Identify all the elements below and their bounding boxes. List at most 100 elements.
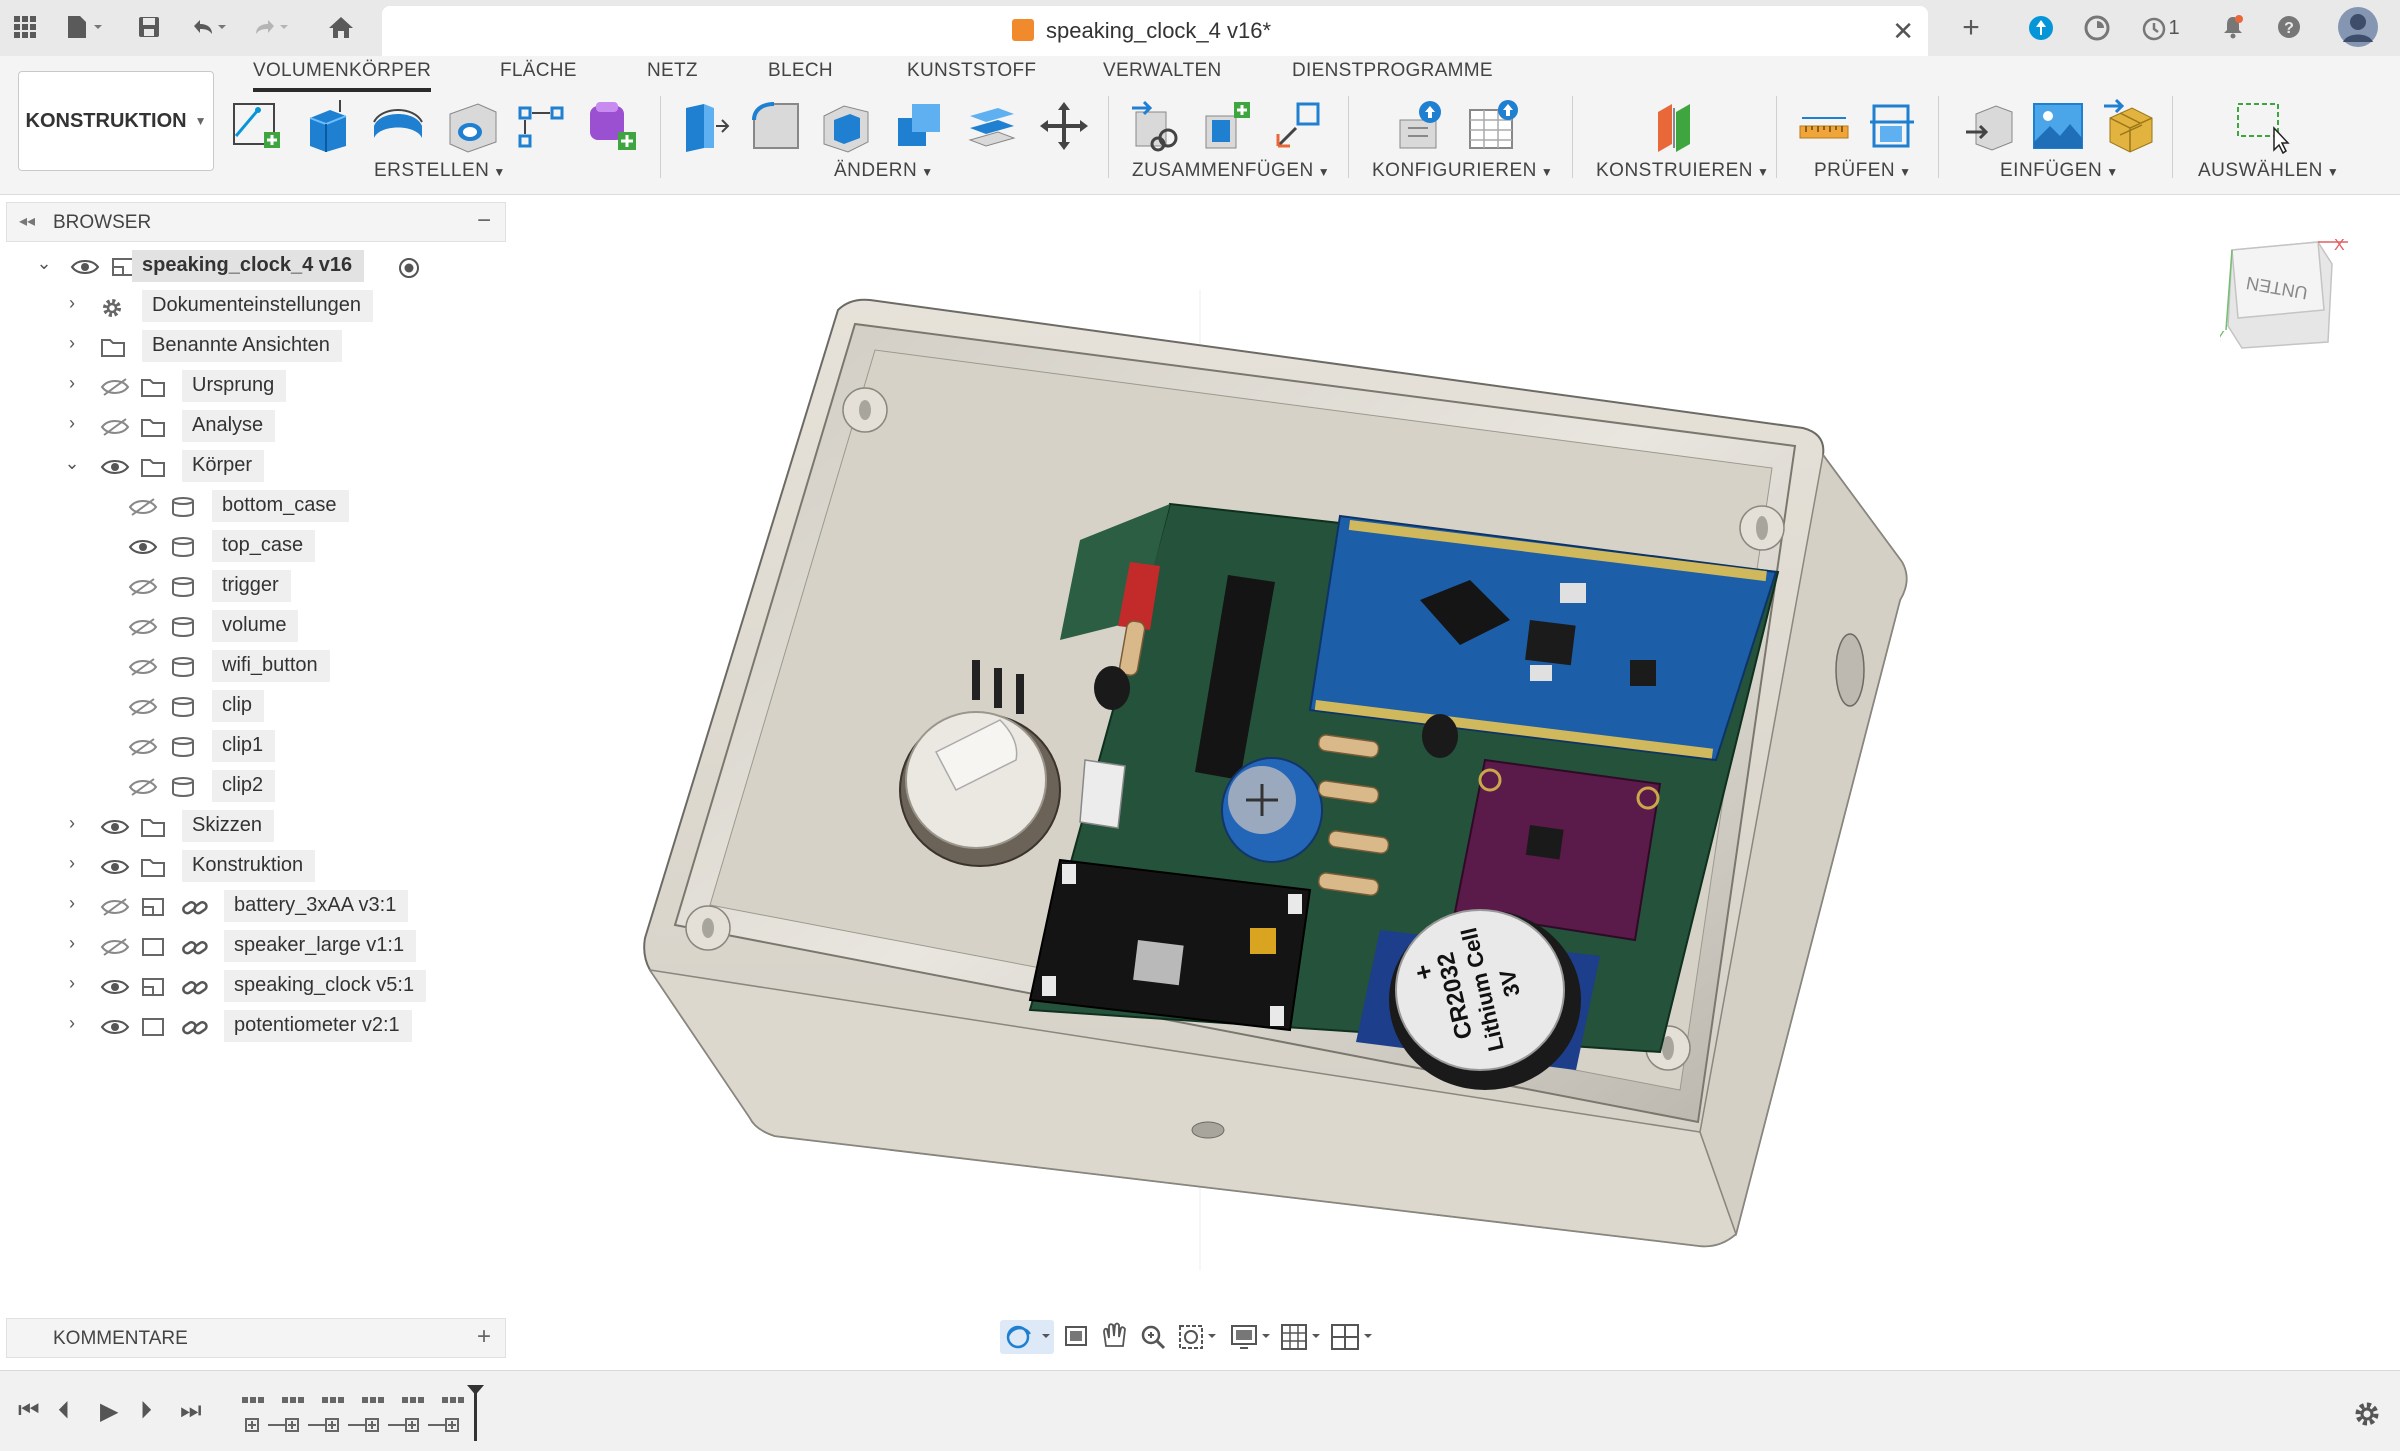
hidden-eye-icon[interactable] bbox=[100, 377, 130, 397]
visibility-eye-icon[interactable] bbox=[100, 977, 130, 997]
group-auswaehlen[interactable]: AUSWÄHLEN ▼ bbox=[2198, 160, 2339, 182]
visibility-eye-icon[interactable] bbox=[100, 857, 130, 877]
insert-canvas-icon[interactable] bbox=[2030, 98, 2086, 154]
viewports-icon[interactable] bbox=[1331, 1324, 1372, 1350]
fit-icon[interactable] bbox=[1179, 1325, 1216, 1349]
undo-icon[interactable] bbox=[188, 14, 226, 45]
combine-icon[interactable] bbox=[892, 98, 948, 154]
workspace-switcher[interactable]: KONSTRUKTION ▼ bbox=[18, 71, 214, 171]
hidden-eye-icon[interactable] bbox=[128, 617, 158, 637]
visibility-eye-icon[interactable] bbox=[100, 817, 130, 837]
extensions-icon[interactable] bbox=[2026, 14, 2056, 47]
group-erstellen[interactable]: ERSTELLEN ▼ bbox=[374, 160, 506, 182]
model-viewport[interactable]: CR2032 Lithium Cell 3V + bbox=[520, 200, 2380, 1300]
visibility-eye-icon[interactable] bbox=[70, 257, 100, 277]
measure-icon[interactable] bbox=[1796, 98, 1852, 154]
help-icon[interactable]: ? bbox=[2274, 14, 2304, 45]
split-face-icon[interactable] bbox=[964, 98, 1020, 154]
home-icon[interactable] bbox=[326, 14, 356, 45]
extrude-icon[interactable] bbox=[300, 98, 356, 154]
step-back-icon[interactable]: ⏴ bbox=[58, 1397, 70, 1425]
create-form-icon[interactable] bbox=[584, 98, 640, 154]
user-avatar[interactable] bbox=[2336, 6, 2380, 53]
group-konfigurieren[interactable]: KONFIGURIEREN ▼ bbox=[1372, 160, 1553, 182]
section-analysis-icon[interactable] bbox=[1866, 98, 1922, 154]
chevron-down-icon[interactable]: ⌄ bbox=[34, 253, 54, 274]
app-grid-icon[interactable] bbox=[10, 14, 40, 45]
group-einfuegen[interactable]: EINFÜGEN ▼ bbox=[2000, 160, 2119, 182]
group-zusammenfuegen[interactable]: ZUSAMMENFÜGEN ▼ bbox=[1132, 160, 1330, 182]
configure-table-icon[interactable] bbox=[1466, 98, 1522, 154]
hidden-eye-icon[interactable] bbox=[100, 937, 130, 957]
chevron-right-icon[interactable]: › bbox=[62, 1013, 82, 1034]
file-menu-icon[interactable] bbox=[64, 14, 102, 45]
add-comment-icon[interactable]: + bbox=[477, 1323, 491, 1351]
select-window-icon[interactable] bbox=[2234, 98, 2290, 154]
chevron-right-icon[interactable]: › bbox=[62, 333, 82, 354]
tab-blech[interactable]: BLECH bbox=[768, 60, 833, 82]
history-icon[interactable]: 1 bbox=[2136, 14, 2186, 42]
chevron-right-icon[interactable]: › bbox=[62, 853, 82, 874]
close-tab-icon[interactable]: ✕ bbox=[1892, 16, 1914, 47]
tab-netz[interactable]: NETZ bbox=[647, 60, 698, 82]
timeline-settings-gear-icon[interactable] bbox=[2352, 1399, 2382, 1429]
go-to-end-icon[interactable]: ⏭ bbox=[180, 1397, 202, 1425]
insert-derive-icon[interactable] bbox=[1962, 98, 2018, 154]
chevron-right-icon[interactable]: › bbox=[62, 293, 82, 314]
chevron-right-icon[interactable]: › bbox=[62, 973, 82, 994]
notifications-bell-icon[interactable] bbox=[2218, 14, 2248, 45]
chevron-right-icon[interactable]: › bbox=[62, 373, 82, 394]
hidden-eye-icon[interactable] bbox=[128, 497, 158, 517]
offset-plane-icon[interactable] bbox=[1650, 98, 1706, 154]
tab-kunststoff[interactable]: KUNSTSTOFF bbox=[907, 60, 1036, 82]
group-pruefen[interactable]: PRÜFEN ▼ bbox=[1814, 160, 1912, 182]
tab-flaeche[interactable]: FLÄCHE bbox=[500, 60, 577, 82]
revolve-icon[interactable] bbox=[370, 98, 426, 154]
change-parameters-icon[interactable] bbox=[1394, 98, 1450, 154]
display-settings-icon[interactable] bbox=[1231, 1325, 1270, 1349]
collapse-panel-icon[interactable]: ◂◂ bbox=[19, 211, 35, 231]
hidden-eye-icon[interactable] bbox=[128, 777, 158, 797]
chevron-down-icon[interactable]: ⌄ bbox=[62, 453, 82, 474]
orbit-icon[interactable] bbox=[1000, 1320, 1054, 1354]
hidden-eye-icon[interactable] bbox=[128, 577, 158, 597]
redo-icon[interactable] bbox=[250, 14, 288, 45]
hidden-eye-icon[interactable] bbox=[100, 417, 130, 437]
hidden-eye-icon[interactable] bbox=[128, 657, 158, 677]
activate-radio-icon[interactable] bbox=[398, 257, 420, 279]
insert-mesh-icon[interactable] bbox=[2102, 98, 2158, 154]
chevron-right-icon[interactable]: › bbox=[62, 813, 82, 834]
visibility-eye-icon[interactable] bbox=[100, 1017, 130, 1037]
hidden-eye-icon[interactable] bbox=[128, 737, 158, 757]
chevron-right-icon[interactable]: › bbox=[62, 933, 82, 954]
zoom-icon[interactable] bbox=[1141, 1325, 1166, 1350]
view-cube[interactable]: UNTEN X Y bbox=[2220, 230, 2350, 360]
chevron-right-icon[interactable]: › bbox=[62, 893, 82, 914]
move-icon[interactable] bbox=[1036, 98, 1092, 154]
hole-icon[interactable] bbox=[444, 98, 500, 154]
shell-icon[interactable] bbox=[818, 98, 874, 154]
timeline-features[interactable] bbox=[238, 1385, 488, 1441]
minimize-panel-icon[interactable]: − bbox=[477, 207, 491, 235]
press-pull-icon[interactable] bbox=[674, 98, 730, 154]
play-icon[interactable]: ▶ bbox=[100, 1397, 118, 1426]
pattern-icon[interactable] bbox=[514, 98, 570, 154]
save-icon[interactable] bbox=[134, 14, 164, 45]
joint-icon[interactable] bbox=[1270, 98, 1326, 154]
tab-volumenkoerper[interactable]: VOLUMENKÖRPER bbox=[253, 60, 432, 92]
tab-verwalten[interactable]: VERWALTEN bbox=[1103, 60, 1221, 82]
new-tab-icon[interactable]: + bbox=[1956, 13, 1986, 43]
group-konstruieren[interactable]: KONSTRUIEREN ▼ bbox=[1596, 160, 1769, 182]
grid-settings-icon[interactable] bbox=[1281, 1324, 1320, 1350]
step-forward-icon[interactable]: ⏵ bbox=[140, 1397, 152, 1425]
create-sketch-icon[interactable] bbox=[228, 98, 284, 154]
look-at-icon[interactable] bbox=[1065, 1326, 1087, 1346]
visibility-eye-icon[interactable] bbox=[100, 457, 130, 477]
tab-dienstprogramme[interactable]: DIENSTPROGRAMME bbox=[1292, 60, 1493, 82]
visibility-eye-icon[interactable] bbox=[128, 537, 158, 557]
chevron-right-icon[interactable]: › bbox=[62, 413, 82, 434]
new-component-icon[interactable] bbox=[1198, 98, 1254, 154]
pan-hand-icon[interactable] bbox=[1103, 1322, 1126, 1347]
document-tab[interactable]: speaking_clock_4 v16* ✕ bbox=[382, 6, 1928, 56]
fillet-icon[interactable] bbox=[748, 98, 804, 154]
